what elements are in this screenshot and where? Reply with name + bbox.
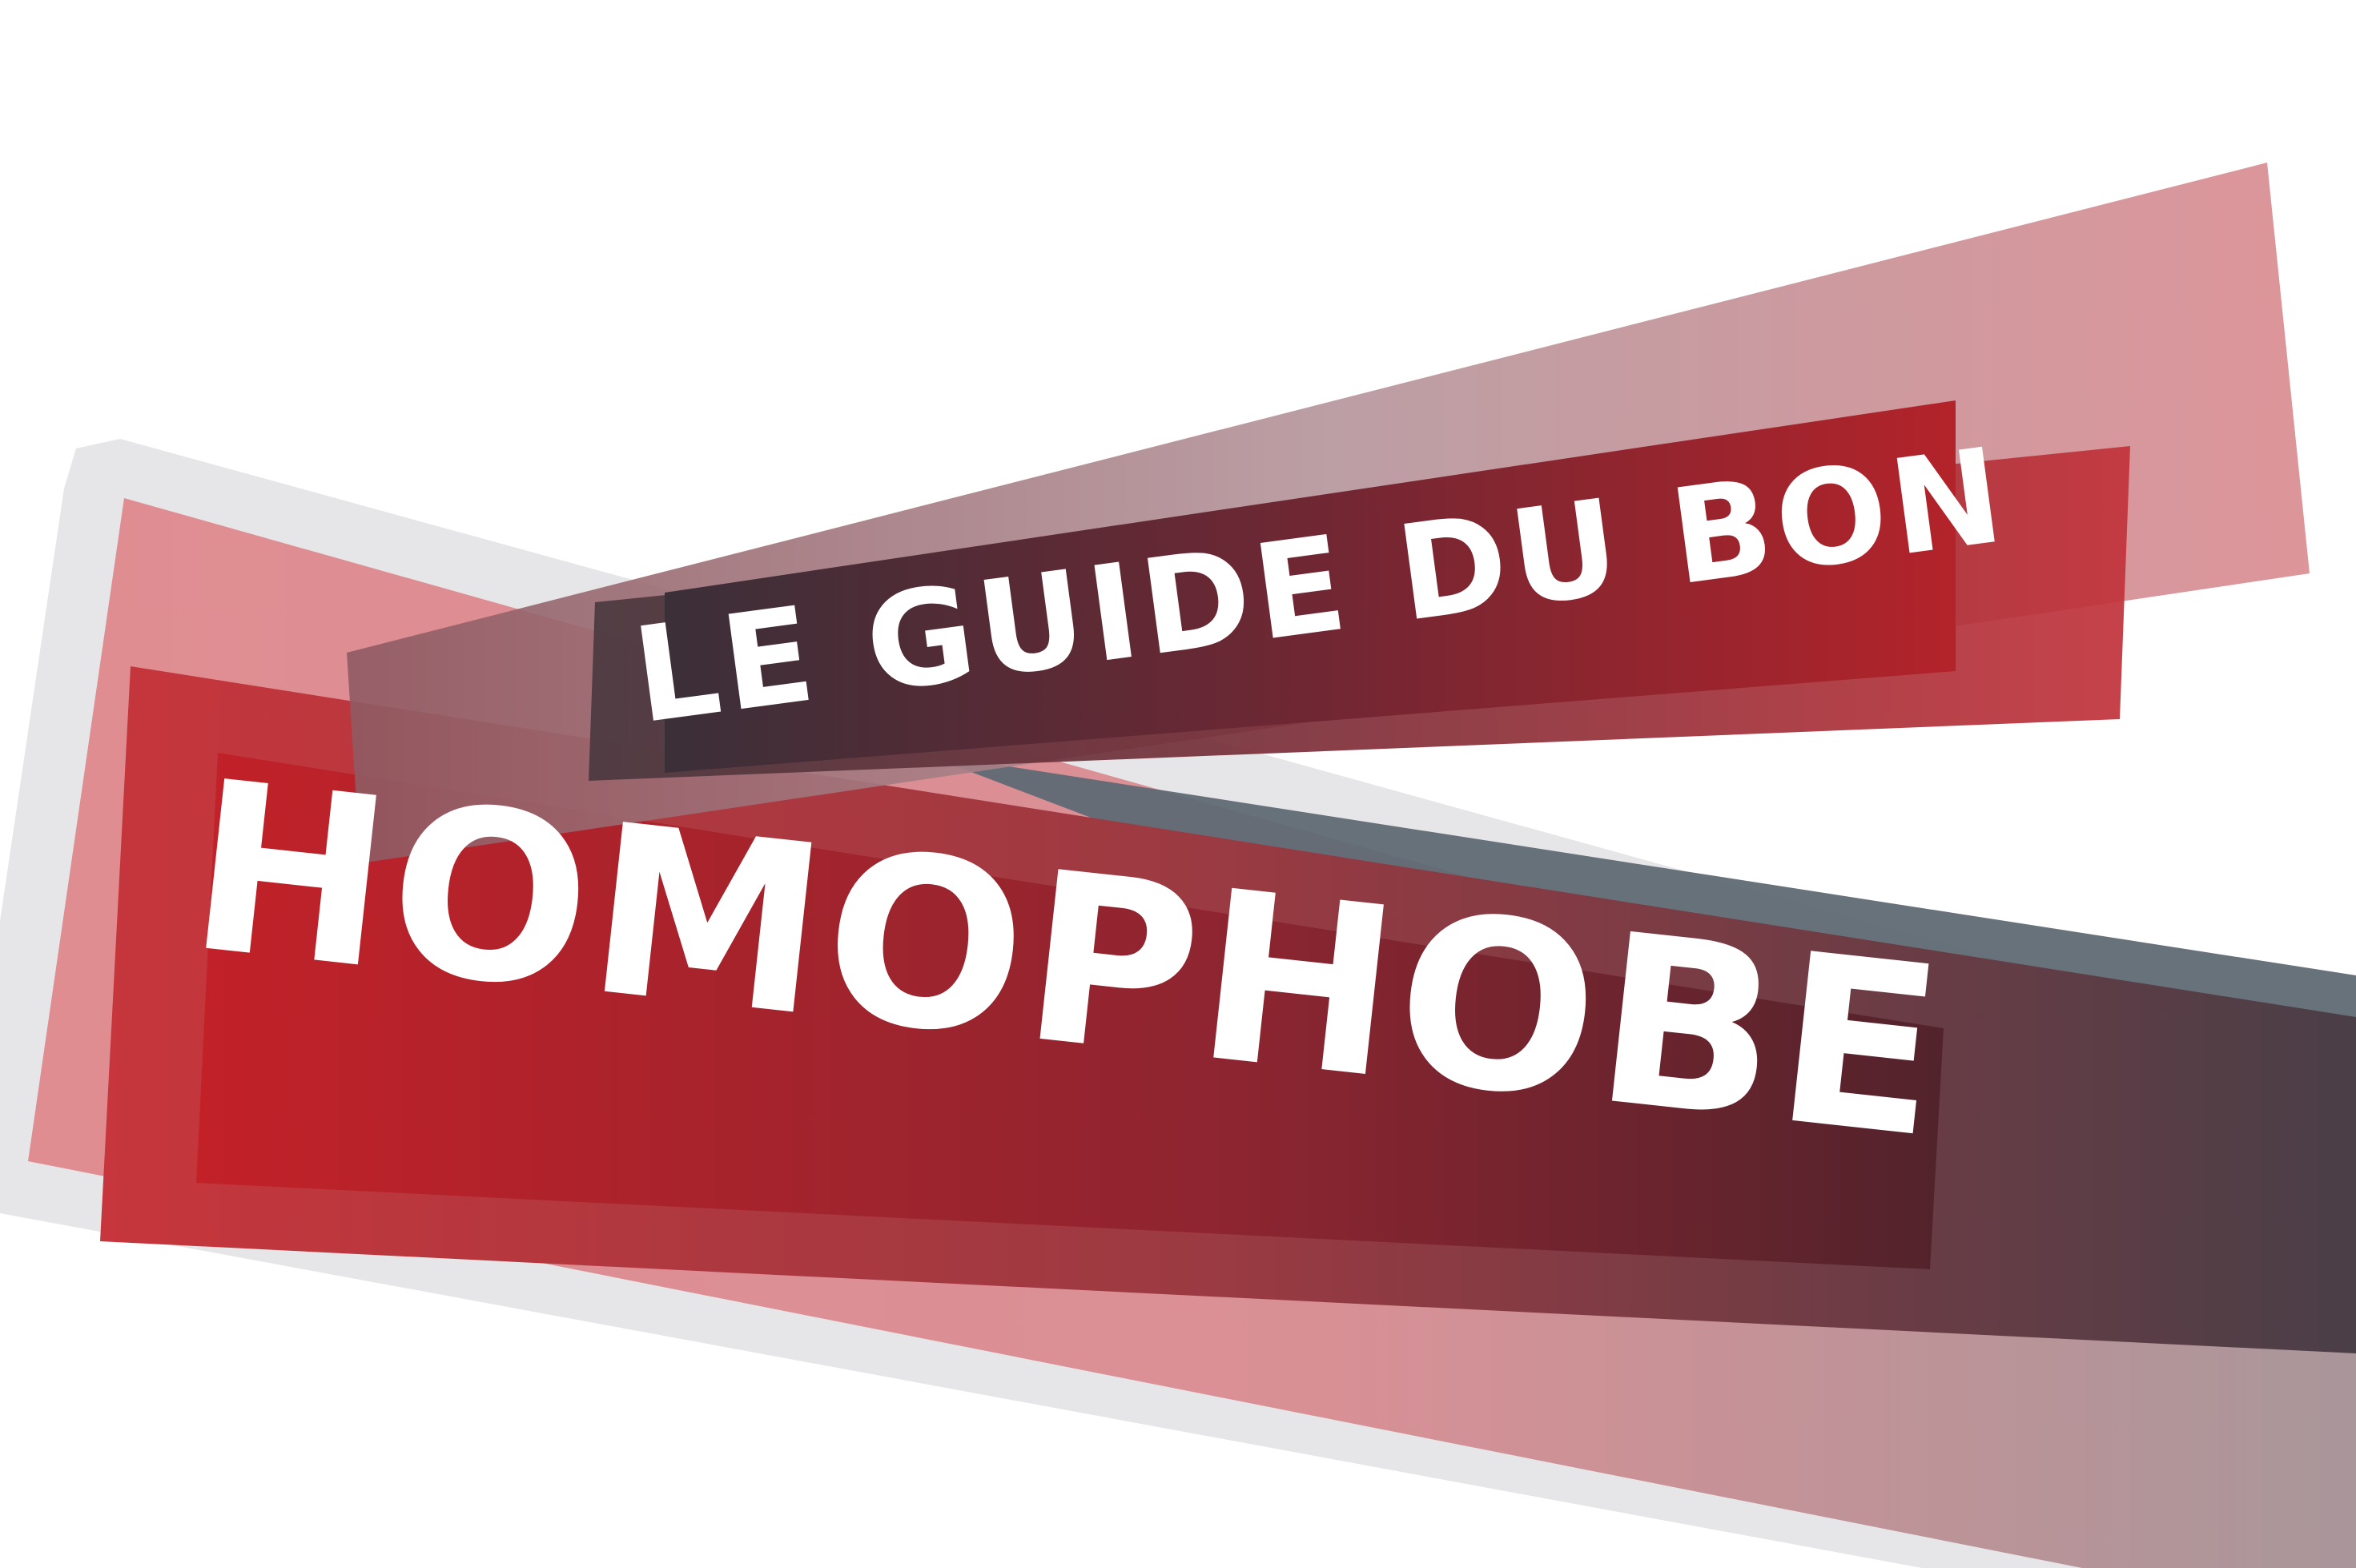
poster-canvas: LE GUIDE DU BON HOMOPHOBE: [0, 0, 2356, 1568]
poster-graphic: LE GUIDE DU BON HOMOPHOBE: [0, 163, 2356, 1568]
